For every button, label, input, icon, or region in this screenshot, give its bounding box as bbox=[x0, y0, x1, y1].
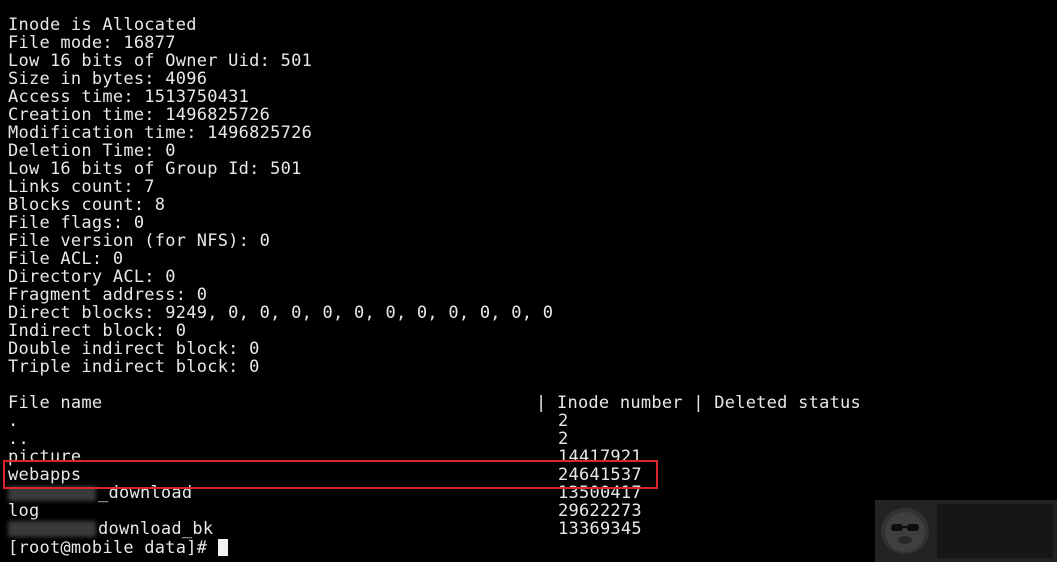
text-cursor bbox=[217, 539, 228, 556]
table-row-name: log bbox=[8, 501, 40, 521]
mascot-face-svg bbox=[885, 512, 925, 552]
watermark-panel bbox=[937, 504, 1053, 558]
inode-info-line: Inode is Allocated bbox=[8, 15, 197, 35]
prompt-text: [root@mobile data]# bbox=[8, 538, 218, 558]
table-header-file-name: File name bbox=[8, 393, 103, 413]
inode-info-line: Access time: 1513750431 bbox=[8, 87, 250, 107]
terminal-window[interactable]: Inode is Allocated File mode: 16877 Low … bbox=[0, 0, 1057, 562]
table-row-inode: 29622273 bbox=[558, 501, 642, 521]
inode-info-line: Triple indirect block: 0 bbox=[8, 357, 260, 377]
inode-info-line: Links count: 7 bbox=[8, 177, 155, 197]
inode-info-line: Indirect block: 0 bbox=[8, 321, 187, 341]
inode-info-line: Deletion Time: 0 bbox=[8, 141, 176, 161]
inode-info-line: Direct blocks: 9249, 0, 0, 0, 0, 0, 0, 0… bbox=[8, 303, 554, 323]
redaction-blur bbox=[8, 521, 96, 537]
inode-info-line: Double indirect block: 0 bbox=[8, 339, 260, 359]
inode-info-line: File flags: 0 bbox=[8, 213, 145, 233]
table-row-inode: 2 bbox=[558, 429, 569, 449]
inode-info-line: Blocks count: 8 bbox=[8, 195, 166, 215]
inode-info-line: Creation time: 1496825726 bbox=[8, 105, 271, 125]
watermark-logo bbox=[875, 500, 1057, 562]
table-row-inode: 13369345 bbox=[558, 519, 642, 539]
table-row-name: .. bbox=[8, 429, 29, 449]
shell-prompt[interactable]: [root@mobile data]# bbox=[8, 539, 228, 557]
table-row-name: download_bk bbox=[98, 519, 214, 539]
inode-info-line: Fragment address: 0 bbox=[8, 285, 208, 305]
inode-info-line: File ACL: 0 bbox=[8, 249, 124, 269]
inode-info-line: File mode: 16877 bbox=[8, 33, 176, 53]
inode-info-line: Low 16 bits of Group Id: 501 bbox=[8, 159, 302, 179]
table-row-inode: 2 bbox=[558, 411, 569, 431]
inode-info-line: Low 16 bits of Owner Uid: 501 bbox=[8, 51, 313, 71]
inode-info-line: Modification time: 1496825726 bbox=[8, 123, 313, 143]
inode-info-line: Directory ACL: 0 bbox=[8, 267, 176, 287]
table-header-columns: | Inode number | Deleted status bbox=[536, 393, 862, 413]
highlight-box bbox=[3, 460, 658, 489]
inode-info-line: Size in bytes: 4096 bbox=[8, 69, 208, 89]
inode-info-line: File version (for NFS): 0 bbox=[8, 231, 271, 251]
table-row-name: . bbox=[8, 411, 19, 431]
mascot-face-icon bbox=[881, 508, 929, 554]
